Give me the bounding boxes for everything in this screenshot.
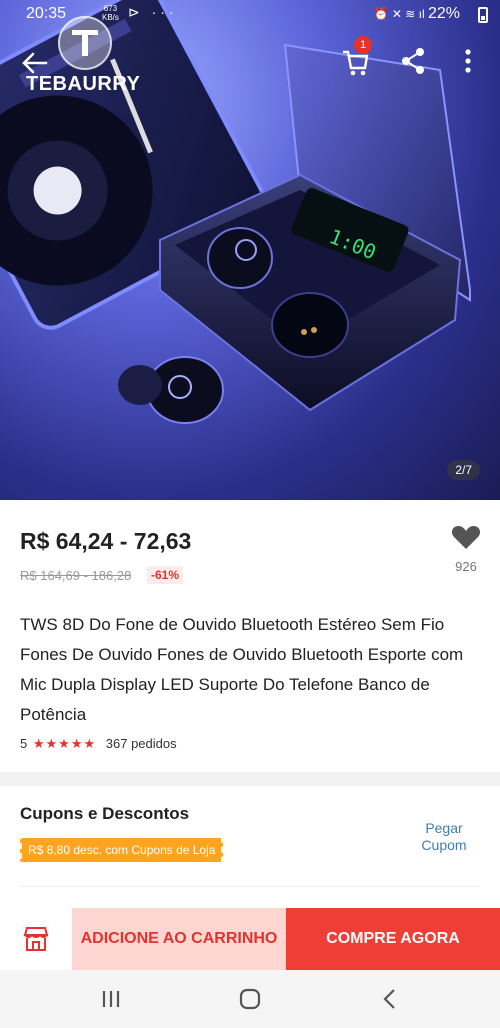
store-button[interactable] — [0, 908, 72, 970]
more-vert-icon — [465, 49, 471, 73]
network-speed: 673 KB/s — [102, 4, 119, 22]
orders-count: 367 pedidos — [105, 736, 177, 751]
cart-count-badge: 1 — [354, 36, 372, 54]
product-info: R$ 64,24 - 72,63 R$ 164,69 - 186,28 -61%… — [0, 500, 500, 772]
recent-apps-button[interactable] — [96, 984, 126, 1014]
coupons-heading: Cupons e Descontos — [20, 804, 190, 823]
back-button[interactable] — [20, 50, 50, 76]
status-time: 20:35 — [26, 5, 67, 22]
battery-icon — [478, 7, 488, 23]
buy-now-button[interactable]: COMPRE AGORA — [286, 908, 500, 970]
status-bar: 20:35 673 KB/s ⊳ ··· ⏰ ✕ ≋ ıl 22% — [0, 0, 500, 30]
wishlist-button[interactable]: 926 — [450, 524, 482, 584]
store-icon — [23, 927, 49, 951]
signal-icons: ⏰ ✕ ≋ ıl — [373, 7, 428, 21]
heart-icon — [451, 526, 481, 549]
battery-percent: 22% — [427, 5, 460, 22]
more-options-button[interactable] — [456, 44, 480, 78]
share-button[interactable] — [398, 44, 432, 78]
brand-name: TEBAURRY — [26, 73, 141, 95]
rating-row[interactable]: 5 ★★★★★ 367 pedidos — [20, 736, 177, 752]
home-button[interactable] — [235, 984, 265, 1014]
rating-stars-icon: ★★★★★ — [32, 736, 97, 751]
back-nav-button[interactable] — [375, 984, 405, 1014]
share-icon — [402, 48, 424, 74]
rating-value: 5 — [20, 736, 28, 751]
store-coupon-tag[interactable]: R$ 8,80 desc. com Cupons de Loja — [20, 838, 224, 862]
purchase-action-bar: ADICIONE AO CARRINHO COMPRE AGORA — [0, 908, 500, 970]
discount-badge: -61% — [147, 566, 184, 584]
original-price: R$ 164,69 - 186,28 — [20, 568, 132, 583]
cart-button[interactable]: 1 — [340, 36, 374, 78]
home-icon — [239, 988, 261, 1010]
coupons-section: Cupons e Descontos R$ 8,80 desc. com Cup… — [0, 786, 500, 908]
network-speed-unit: KB/s — [102, 13, 119, 22]
product-image-gallery[interactable]: 1:00 20:35 673 KB/s ⊳ ··· ⏰ ✕ ≋ ıl 22% T… — [0, 0, 500, 500]
gallery-page-indicator: 2/7 — [447, 460, 480, 480]
back-chevron-icon — [383, 989, 395, 1009]
system-navigation-bar — [0, 970, 500, 1028]
status-right: ⏰ ✕ ≋ ıl 22% — [374, 5, 460, 23]
get-coupon-link[interactable]: Pegar Cupom — [416, 820, 472, 854]
back-arrow-icon — [22, 52, 48, 74]
notification-icons: ⊳ ··· — [128, 4, 178, 20]
divider — [20, 886, 480, 887]
add-to-cart-button[interactable]: ADICIONE AO CARRINHO — [72, 908, 286, 970]
product-title: TWS 8D Do Fone de Ouvido Bluetooth Estér… — [20, 615, 464, 724]
recent-apps-icon — [102, 991, 120, 1007]
wishlist-count: 926 — [455, 559, 477, 574]
network-speed-value: 673 — [103, 4, 118, 13]
price-range: R$ 64,24 - 72,63 — [20, 528, 192, 554]
